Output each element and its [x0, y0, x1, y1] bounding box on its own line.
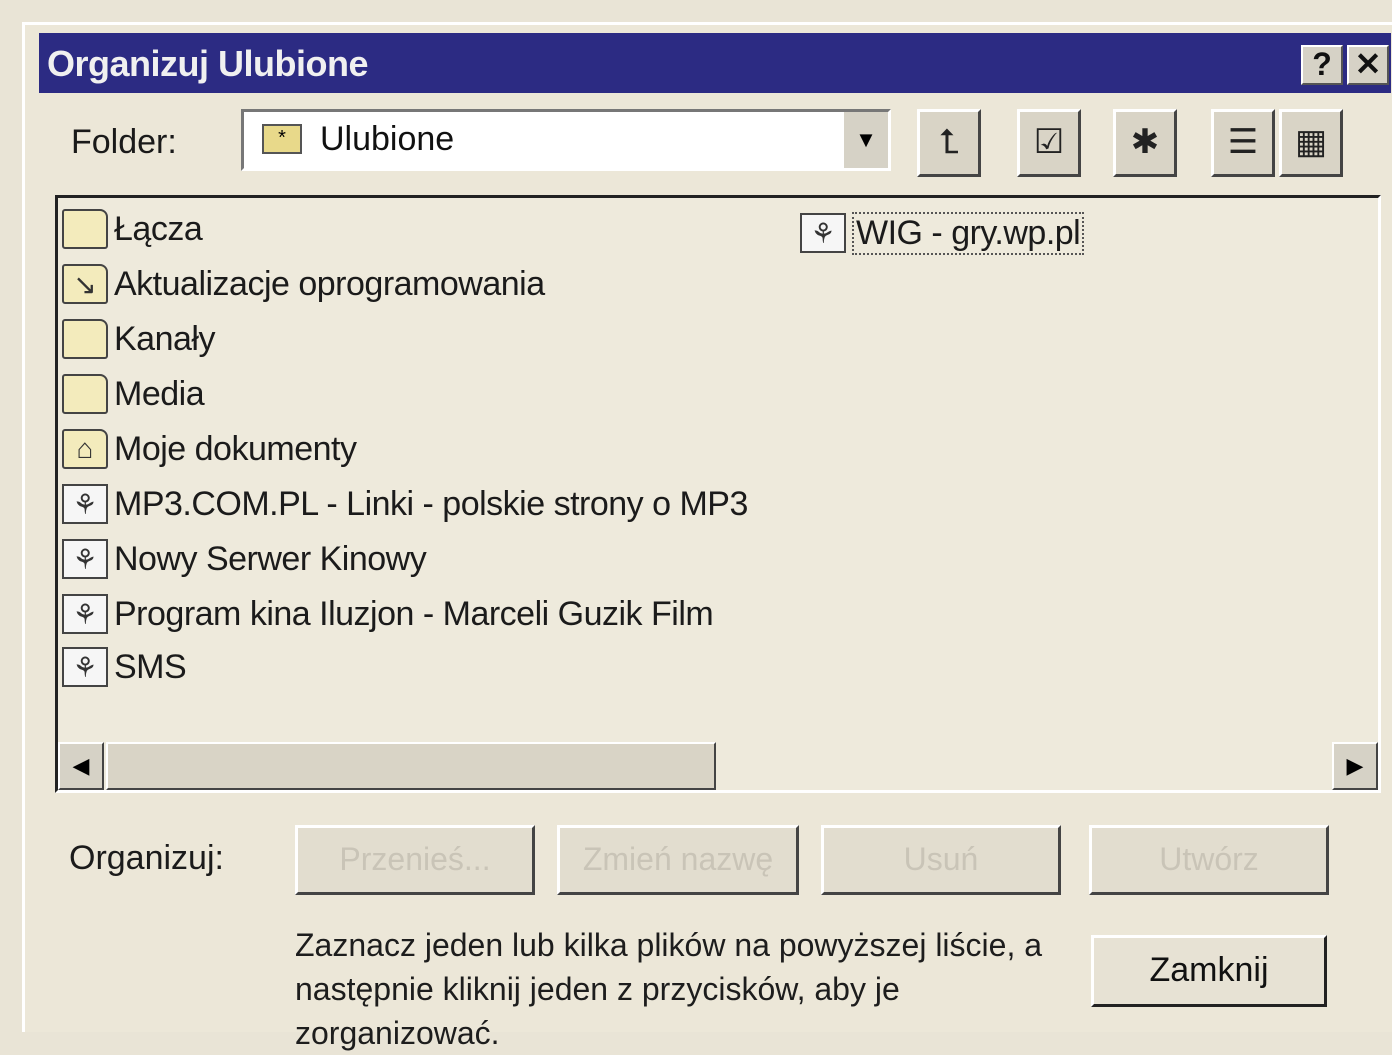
folder-icon — [62, 319, 108, 359]
folder-selected-value: Ulubione — [320, 120, 455, 158]
create-button[interactable]: Utwórz — [1089, 825, 1329, 895]
internet-shortcut-icon: ⚘ — [62, 539, 108, 579]
list-item[interactable]: ↘ Aktualizacje oprogramowania — [62, 259, 545, 309]
title-bar: Organizuj Ulubione ? ✕ — [39, 33, 1391, 93]
list-item[interactable]: Łącza — [62, 204, 203, 254]
properties-button[interactable]: ☑ — [1017, 109, 1081, 177]
list-item[interactable]: ⌂ Moje dokumenty — [62, 424, 357, 474]
organize-favorites-dialog: Organizuj Ulubione ? ✕ Folder: * Ulubion… — [22, 22, 1392, 1051]
scroll-left-icon[interactable]: ◀ — [58, 742, 104, 790]
folder-combobox[interactable]: * Ulubione ▼ — [241, 109, 891, 171]
scroll-thumb[interactable] — [106, 742, 716, 790]
folder-icon — [62, 209, 108, 249]
list-item-label: WIG - gry.wp.pl — [852, 211, 1085, 255]
list-item-label: Program kina Iluzjon - Marceli Guzik Fil… — [114, 594, 714, 633]
list-item-label: Moje dokumenty — [114, 429, 357, 468]
list-item-label: Kanały — [114, 319, 215, 358]
details-view-button[interactable]: ▦ — [1279, 109, 1343, 177]
move-button[interactable]: Przenieś... — [295, 825, 535, 895]
window-title: Organizuj Ulubione — [47, 43, 369, 84]
list-item[interactable]: ⚘ Nowy Serwer Kinowy — [62, 534, 427, 584]
list-view-button[interactable]: ☰ — [1211, 109, 1275, 177]
list-item-label: Łącza — [114, 209, 203, 248]
help-button[interactable]: ? — [1301, 45, 1343, 85]
list-item-label: MP3.COM.PL - Linki - polskie strony o MP… — [114, 484, 748, 523]
list-item-label: Aktualizacje oprogramowania — [114, 264, 545, 303]
folder-icon — [62, 374, 108, 414]
favorites-list[interactable]: Łącza ↘ Aktualizacje oprogramowania Kana… — [55, 195, 1381, 793]
up-folder-icon: ⮤ — [938, 123, 960, 161]
rename-button[interactable]: Zmień nazwę — [557, 825, 799, 895]
delete-button[interactable]: Usuń — [821, 825, 1061, 895]
close-button[interactable]: Zamknij — [1091, 935, 1327, 1007]
scroll-right-icon[interactable]: ▶ — [1332, 742, 1378, 790]
new-folder-icon: ✱ — [1130, 123, 1160, 161]
new-folder-button[interactable]: ✱ — [1113, 109, 1177, 177]
internet-shortcut-icon: ⚘ — [62, 484, 108, 524]
list-item-selected[interactable]: ⚘ WIG - gry.wp.pl — [800, 208, 1085, 258]
folder-label: Folder: — [71, 123, 177, 161]
list-item-label: Media — [114, 374, 205, 413]
update-folder-icon: ↘ — [62, 264, 108, 304]
favorites-folder-icon: * — [262, 124, 302, 154]
list-item-label: Nowy Serwer Kinowy — [114, 539, 427, 578]
internet-shortcut-icon: ⚘ — [800, 213, 846, 253]
dropdown-arrow-icon[interactable]: ▼ — [842, 112, 888, 168]
up-folder-button[interactable]: ⮤ — [917, 109, 981, 177]
properties-icon: ☑ — [1033, 123, 1065, 161]
list-item[interactable]: ⚘ SMS — [62, 642, 187, 692]
details-view-icon: ▦ — [1294, 123, 1328, 161]
list-item[interactable]: Media — [62, 369, 205, 419]
list-item[interactable]: ⚘ MP3.COM.PL - Linki - polskie strony o … — [62, 479, 748, 529]
close-window-button[interactable]: ✕ — [1347, 45, 1389, 85]
my-documents-icon: ⌂ — [62, 429, 108, 469]
list-item[interactable]: Kanały — [62, 314, 215, 364]
list-item-label: SMS — [114, 647, 187, 686]
internet-shortcut-icon: ⚘ — [62, 594, 108, 634]
help-text: Zaznacz jeden lub kilka plików na powyżs… — [295, 927, 1043, 1051]
internet-shortcut-icon: ⚘ — [62, 647, 108, 687]
list-view-icon: ☰ — [1227, 123, 1259, 161]
list-item[interactable]: ⚘ Program kina Iluzjon - Marceli Guzik F… — [62, 589, 714, 639]
organize-label: Organizuj: — [69, 839, 224, 877]
horizontal-scrollbar[interactable]: ◀ ▶ — [58, 740, 1378, 790]
